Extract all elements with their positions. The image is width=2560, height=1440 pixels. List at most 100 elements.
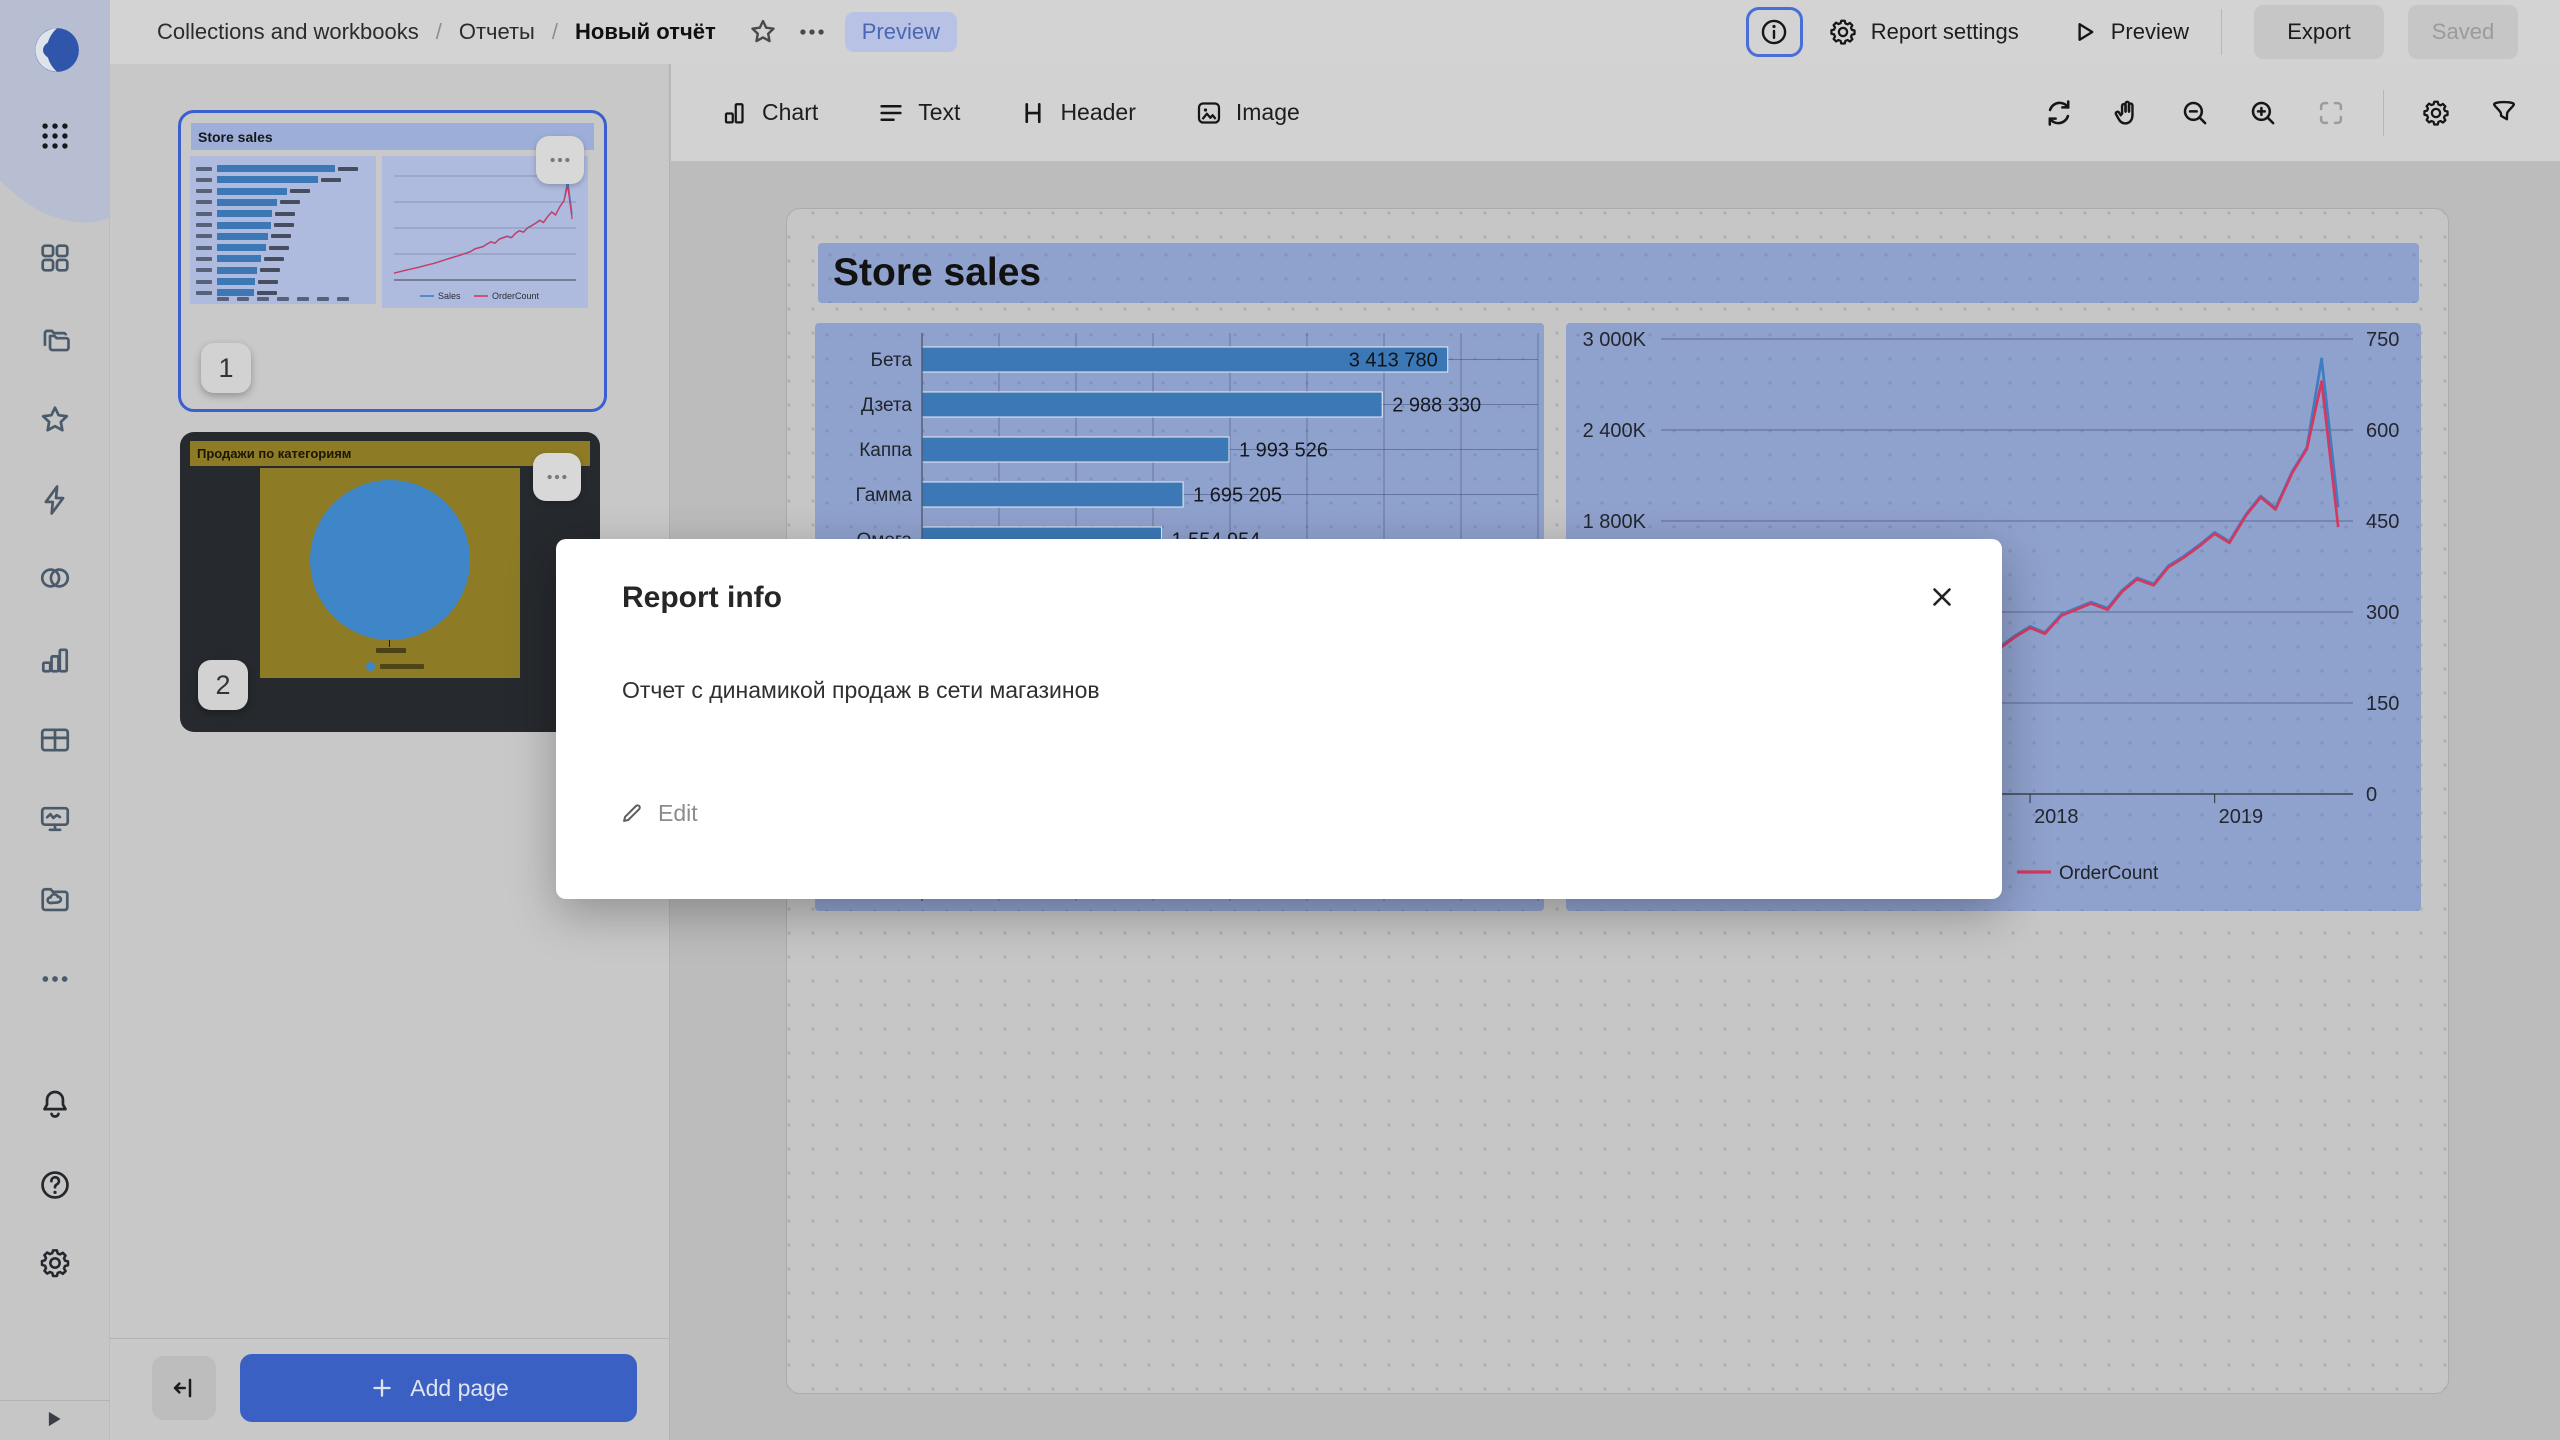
filter-funnel-icon[interactable] bbox=[2488, 97, 2520, 129]
zoom-out-icon[interactable] bbox=[2179, 97, 2211, 129]
thumb2-pie-chart bbox=[260, 468, 520, 678]
svg-text:300: 300 bbox=[2366, 602, 2399, 624]
svg-text:1 695 205: 1 695 205 bbox=[1193, 485, 1282, 507]
page-thumbnail-1[interactable]: Store sales SalesOrderCount 1 bbox=[178, 110, 607, 412]
pan-hand-icon[interactable] bbox=[2111, 97, 2143, 129]
svg-text:Каппа: Каппа bbox=[859, 440, 912, 461]
svg-text:150: 150 bbox=[2366, 693, 2399, 715]
insert-chart-button[interactable]: Chart bbox=[720, 98, 818, 128]
page-number-badge: 2 bbox=[198, 660, 248, 710]
insert-items: Chart Text Header Image bbox=[720, 64, 1300, 161]
mini-bar-value bbox=[271, 234, 291, 238]
datalens-logo[interactable] bbox=[29, 22, 85, 78]
breadcrumb: Collections and workbooks / Отчеты / Нов… bbox=[157, 0, 957, 64]
mini-bar-value bbox=[269, 246, 289, 250]
pie-slice bbox=[310, 480, 470, 640]
page-number-badge: 1 bbox=[201, 343, 251, 393]
canvas-tools bbox=[2043, 64, 2520, 161]
canvas-settings-gear-icon[interactable] bbox=[2420, 97, 2452, 129]
insert-header-button[interactable]: Header bbox=[1018, 98, 1135, 128]
mini-bar bbox=[217, 176, 318, 183]
report-title-banner[interactable]: Store sales bbox=[818, 243, 2419, 303]
settings-gear-icon[interactable] bbox=[0, 1236, 110, 1290]
mini-bar-value bbox=[321, 178, 341, 182]
preview-button[interactable]: Preview bbox=[2069, 17, 2189, 47]
svg-text:Гамма: Гамма bbox=[856, 485, 913, 506]
pie-callout-label bbox=[376, 648, 406, 653]
mini-bar-label bbox=[196, 189, 212, 193]
report-info-button[interactable] bbox=[1746, 7, 1803, 57]
insert-text-button[interactable]: Text bbox=[876, 98, 960, 128]
fit-to-screen-icon[interactable] bbox=[2315, 97, 2347, 129]
svg-text:2 400K: 2 400K bbox=[1583, 420, 1647, 442]
close-icon[interactable] bbox=[1924, 579, 1960, 615]
mini-bar-label bbox=[196, 178, 212, 182]
mini-axis-tick bbox=[297, 297, 309, 301]
refresh-icon[interactable] bbox=[2043, 97, 2075, 129]
svg-text:750: 750 bbox=[2366, 329, 2399, 351]
edit-button[interactable]: Edit bbox=[618, 791, 698, 835]
edit-label: Edit bbox=[658, 800, 698, 827]
sidebar-item-collections[interactable] bbox=[0, 313, 110, 367]
breadcrumb-separator: / bbox=[436, 19, 442, 45]
mini-bar-label bbox=[196, 200, 212, 204]
sidebar-item-favorites[interactable] bbox=[0, 393, 110, 447]
sidebar-item-datasets[interactable] bbox=[0, 551, 110, 605]
export-button[interactable]: Export bbox=[2254, 5, 2384, 59]
sidebar-item-dashboards[interactable] bbox=[0, 231, 110, 285]
svg-text:Sales: Sales bbox=[438, 291, 461, 301]
add-page-label: Add page bbox=[410, 1375, 508, 1402]
sidebar-more-icon[interactable] bbox=[0, 952, 110, 1006]
mini-bar-value bbox=[264, 257, 284, 261]
mini-axis-tick bbox=[337, 297, 349, 301]
sidebar-item-tables[interactable] bbox=[0, 713, 110, 767]
preview-label: Preview bbox=[2111, 19, 2189, 45]
breadcrumb-reports[interactable]: Отчеты bbox=[459, 19, 535, 45]
report-settings-label: Report settings bbox=[1871, 19, 2019, 45]
thumb2-menu-button[interactable] bbox=[533, 453, 581, 501]
svg-text:Дзета: Дзета bbox=[861, 395, 912, 416]
mini-bar-value bbox=[290, 189, 310, 193]
mini-bar-value bbox=[260, 268, 280, 272]
svg-text:1 993 526: 1 993 526 bbox=[1239, 440, 1328, 462]
svg-text:2019: 2019 bbox=[2219, 806, 2264, 828]
mini-bar bbox=[217, 199, 277, 206]
notifications-bell-icon[interactable] bbox=[0, 1077, 110, 1131]
page-thumbnail-2[interactable]: Продажи по категориям 2 bbox=[180, 432, 600, 732]
mini-bar-value bbox=[257, 291, 277, 295]
svg-text:3 413 780: 3 413 780 bbox=[1349, 350, 1438, 372]
apps-grid-icon[interactable] bbox=[0, 109, 110, 163]
insert-image-button[interactable]: Image bbox=[1194, 98, 1300, 128]
sidebar-item-connections[interactable] bbox=[0, 473, 110, 527]
mini-bar-value bbox=[338, 167, 358, 171]
thumb2-title-banner: Продажи по категориям bbox=[190, 441, 590, 466]
svg-text:OrderCount: OrderCount bbox=[2059, 863, 2159, 884]
svg-text:3 000K: 3 000K bbox=[1583, 329, 1647, 351]
sidebar-item-charts[interactable] bbox=[0, 633, 110, 687]
image-icon bbox=[1194, 98, 1224, 128]
zoom-in-icon[interactable] bbox=[2247, 97, 2279, 129]
breadcrumb-separator: / bbox=[552, 19, 558, 45]
sidebar-item-editor[interactable] bbox=[0, 792, 110, 846]
add-page-button[interactable]: Add page bbox=[240, 1354, 637, 1422]
thumb1-title: Store sales bbox=[191, 129, 273, 145]
favorite-star-icon[interactable] bbox=[747, 16, 779, 48]
mini-bar bbox=[217, 222, 271, 229]
saved-button[interactable]: Saved bbox=[2408, 5, 2518, 59]
mini-bar-value bbox=[274, 223, 294, 227]
report-settings-button[interactable]: Report settings bbox=[1827, 16, 2019, 48]
mini-bar bbox=[217, 210, 272, 217]
breadcrumb-current: Новый отчёт bbox=[575, 19, 716, 45]
report-info-modal: Report info Отчет с динамикой продаж в с… bbox=[556, 539, 2002, 899]
collapse-panel-button[interactable] bbox=[152, 1356, 216, 1420]
help-icon[interactable] bbox=[0, 1158, 110, 1212]
breadcrumb-more-icon[interactable] bbox=[796, 16, 828, 48]
pencil-icon bbox=[618, 799, 646, 827]
breadcrumb-collections[interactable]: Collections and workbooks bbox=[157, 19, 419, 45]
sidebar-item-storage[interactable] bbox=[0, 872, 110, 926]
mini-bar bbox=[217, 233, 268, 240]
thumb1-menu-button[interactable] bbox=[536, 136, 584, 184]
svg-text:600: 600 bbox=[2366, 420, 2399, 442]
expand-rail-icon[interactable] bbox=[40, 1406, 66, 1432]
mini-bar bbox=[217, 165, 335, 172]
